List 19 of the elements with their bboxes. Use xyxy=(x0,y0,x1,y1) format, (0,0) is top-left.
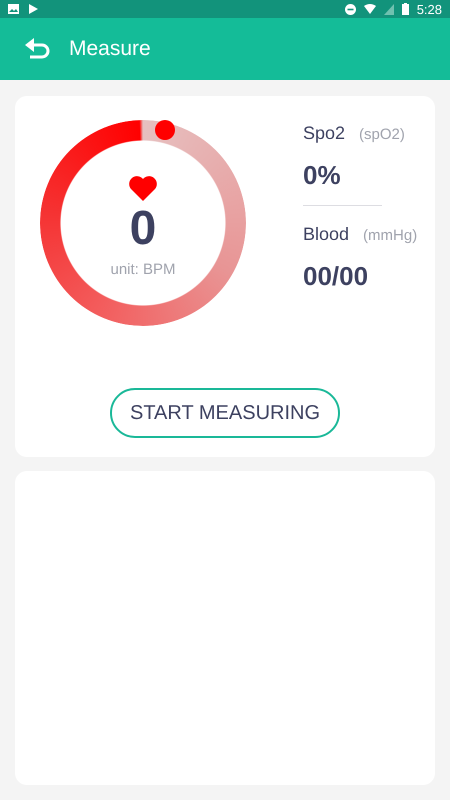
reading-label: Spo2 xyxy=(303,123,346,144)
reading-value: 0% xyxy=(303,160,342,191)
battery-icon xyxy=(402,3,409,15)
heart-icon xyxy=(128,174,158,200)
signal-icon xyxy=(384,4,394,14)
reading-unit: (mmHg) xyxy=(363,227,418,244)
heart-rate-value: 0 xyxy=(130,204,156,252)
play-icon xyxy=(29,4,38,14)
reading-value: 00/00 xyxy=(303,261,370,292)
image-icon xyxy=(8,4,19,14)
wifi-icon xyxy=(364,4,376,14)
status-time: 5:28 xyxy=(416,2,442,16)
back-icon[interactable] xyxy=(25,38,51,60)
reading-label: Blood xyxy=(303,224,350,245)
heart-rate-unit: unit: BPM xyxy=(110,260,176,278)
do-not-disturb-icon xyxy=(344,4,356,14)
reading-unit: (spO2) xyxy=(359,126,405,143)
screen-title: Measure xyxy=(69,37,151,61)
start-measuring-button[interactable]: START MEASURING xyxy=(110,388,340,438)
